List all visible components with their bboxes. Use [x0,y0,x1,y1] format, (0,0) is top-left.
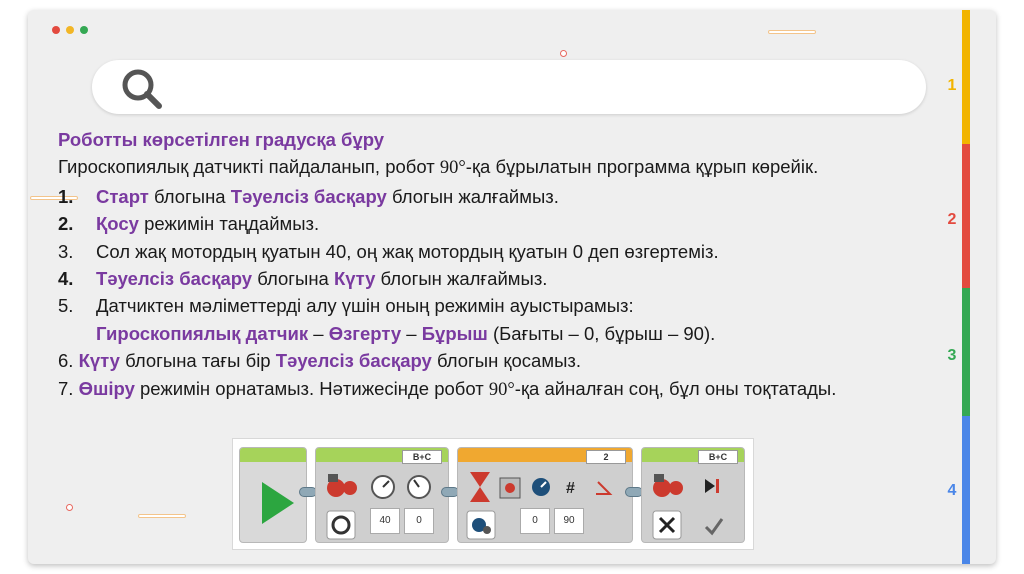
section-number-1[interactable]: 1 [944,77,960,95]
intro-text: Гироскопиялық датчикті пайдаланып, робот… [58,156,819,179]
decor-line [768,30,816,34]
direction-value: 0 [520,508,550,534]
section-number-2[interactable]: 2 [944,211,960,229]
stop-mode-icon [652,510,682,540]
yellow-dot [66,26,74,34]
section-number-4[interactable]: 4 [944,482,960,500]
step-6: 6. Күту блогына тағы бір Тәуелсіз басқар… [58,350,581,372]
section-bar-2[interactable] [962,144,970,288]
lesson-title: Роботты көрсетілген градусқа бұру [58,129,385,150]
step-1: 1. Старт блогына Тәуелсіз басқару блогын … [58,185,559,207]
step-7: 7. Өшіру режимін орнатамыз. Нәтижесінде … [58,377,837,400]
motor-icon [653,474,683,497]
port-label: B+C [402,450,442,464]
search-bar[interactable] [92,60,926,114]
left-power-value: 40 [370,508,400,534]
gyro-mode-icon [466,510,496,540]
gyro-sensor-icon [499,477,521,499]
step-3: 3. Сол жақ мотордың қуатын 40, оң жақ мот… [58,240,719,262]
mode-on-icon [326,510,356,540]
right-power-value: 0 [404,508,434,534]
number-icon: # [566,480,575,497]
section-sidebar [962,10,970,564]
green-dot [80,26,88,34]
step-4: 4. Тәуелсіз басқару блогына Күту блогын ж… [58,268,548,290]
svg-text:#: # [566,480,575,497]
play-icon [262,482,294,524]
decor-line [138,514,186,518]
section-bar-1[interactable] [962,10,970,144]
motor-icon [327,474,357,497]
brake-icon [705,479,719,493]
step-2: 2. Қосу режимін таңдаймыз. [58,213,320,235]
start-block [239,447,307,543]
lesson-content: Роботты көрсетілген градусқа бұру Гироск… [58,126,938,404]
angle-value: 90 [554,508,584,534]
angle-icon [596,481,613,495]
search-icon[interactable] [120,67,164,111]
gauge-icon [407,475,431,499]
hourglass-icon [470,472,490,502]
direction-icon [532,478,550,496]
decor-circle [560,50,567,57]
section-number-3[interactable]: 3 [944,347,960,365]
step-5: 5. Датчиктен мәліметтерді алу үшін оның р… [58,295,634,317]
red-dot [52,26,60,34]
section-bar-4[interactable] [962,416,970,564]
port-label: 2 [586,450,626,464]
window-dots [52,26,88,34]
check-icon [704,518,724,536]
move-tank-block: B+C 40 0 [315,447,449,543]
section-bar-3[interactable] [962,288,970,416]
port-label: B+C [698,450,738,464]
start-block-topbar [240,448,306,462]
move-tank-stop-block: B+C [641,447,745,543]
ev3-program-image: B+C 40 0 2 # 0 90 B+C [232,438,754,550]
gauge-icon [371,475,395,499]
decor-circle [66,504,73,511]
wait-gyro-block: 2 # 0 90 [457,447,633,543]
step-5-detail: Гироскопиялық датчик – Өзгерту – Бұрыш (… [96,322,716,344]
